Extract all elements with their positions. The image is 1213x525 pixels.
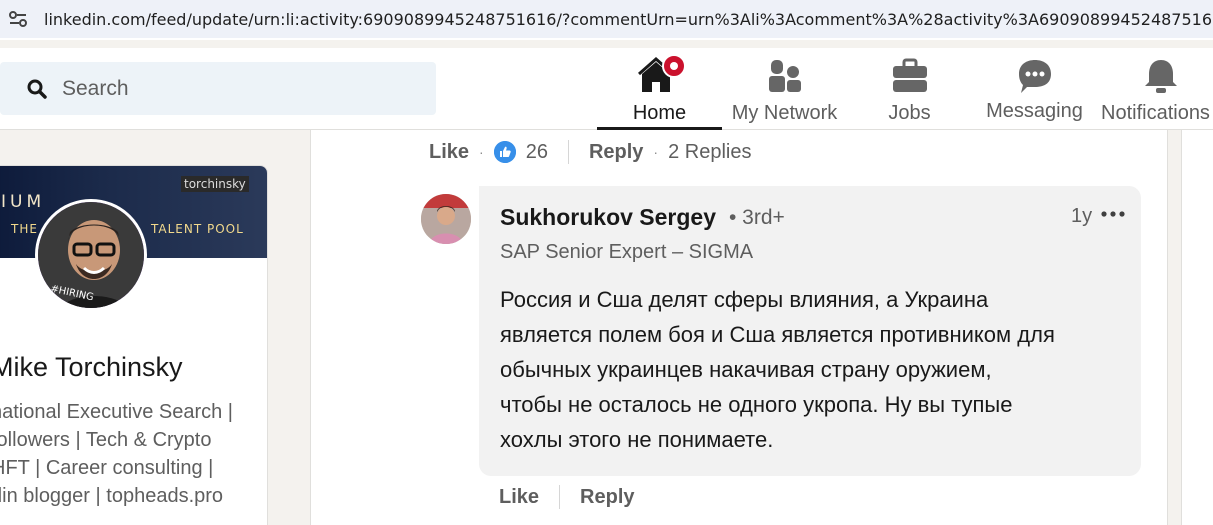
comment-line: чтобы не осталось не одного укропа. Ну в… [500, 392, 1013, 417]
search-input[interactable]: Search [0, 62, 436, 115]
commenter-avatar[interactable] [421, 194, 471, 244]
banner-text: IUM [1, 192, 46, 212]
headline-line: HFT | Career consulting | [0, 457, 214, 479]
browser-address-bar: linkedin.com/feed/update/urn:li:activity… [0, 0, 1213, 40]
profile-headline: national Executive Search | followers | … [0, 398, 234, 510]
nav-home[interactable]: Home [597, 48, 722, 130]
nav-my-network-label: My Network [731, 102, 838, 124]
nav-jobs-label: Jobs [888, 102, 931, 124]
comment-actions: Like Reply [499, 485, 635, 509]
divider [567, 140, 569, 164]
headline-line: national Executive Search | [0, 401, 234, 423]
right-rail-card [1181, 130, 1213, 525]
nav-my-network[interactable]: My Network [722, 48, 847, 130]
separator-dot: · [479, 144, 484, 160]
comment-timestamp: 1y [1071, 205, 1093, 227]
comment-line: обычных украинцев накачивая страну оружи… [500, 357, 992, 382]
comment-author-title: SAP Senior Expert – SIGMA [500, 241, 754, 263]
nav-home-label: Home [632, 102, 687, 124]
chat-bubble-icon [1015, 56, 1055, 96]
headline-line: din blogger | topheads.pro [0, 485, 224, 507]
comment-line: хохлы этого не понимаете. [500, 427, 774, 452]
like-button[interactable]: Like [429, 141, 469, 164]
linkedin-top-nav: Search Home My Network Jobs Messaging No… [0, 48, 1213, 130]
separator-dot: · [653, 144, 659, 160]
replies-count-link[interactable]: 2 Replies [668, 141, 751, 164]
reply-button[interactable]: Reply [589, 141, 643, 164]
banner-text: THE [11, 222, 38, 236]
home-icon [637, 54, 686, 96]
profile-avatar[interactable]: #HIRING [35, 199, 147, 311]
more-options-icon[interactable] [1099, 204, 1127, 224]
profile-card[interactable]: IUM THE TALENT POOL torchinsky #HIRING M… [0, 165, 268, 525]
comment-line: является полем боя и Сша является против… [500, 322, 1055, 347]
parent-comment-actions: Like · 26 Reply · 2 Replies [429, 140, 751, 164]
profile-name[interactable]: Mike Torchinsky [0, 352, 183, 383]
comment-line: Россия и Сша делят сферы влияния, а Укра… [500, 287, 989, 312]
nav-notifications-label: Notifications [1101, 102, 1210, 124]
bell-icon [1141, 56, 1181, 96]
comment-body: Россия и Сша делят сферы влияния, а Укра… [500, 282, 1120, 457]
comment-author[interactable]: Sukhorukov Sergey [500, 204, 716, 231]
url-field[interactable]: linkedin.com/feed/update/urn:li:activity… [0, 0, 1213, 38]
site-settings-icon[interactable] [6, 7, 30, 31]
nav-notifications[interactable]: Notifications [1097, 48, 1213, 130]
thumbs-up-reaction-icon[interactable] [493, 141, 516, 163]
search-placeholder: Search [62, 76, 129, 100]
briefcase-icon [890, 56, 930, 96]
banner-text: TALENT POOL [151, 222, 244, 236]
divider [559, 485, 561, 509]
nav-jobs[interactable]: Jobs [847, 48, 972, 130]
headline-line: followers | Tech & Crypto [0, 429, 212, 451]
search-icon [26, 78, 48, 100]
like-button[interactable]: Like [499, 486, 539, 509]
nav-messaging-label: Messaging [986, 100, 1083, 122]
comments-section: Like · 26 Reply · 2 Replies Sukhorukov S… [310, 130, 1168, 525]
nav-messaging[interactable]: Messaging [972, 48, 1097, 130]
reaction-count[interactable]: 26 [526, 141, 548, 164]
url-text[interactable]: linkedin.com/feed/update/urn:li:activity… [44, 10, 1213, 29]
people-icon [765, 56, 805, 96]
connection-degree: • 3rd+ [729, 206, 785, 229]
reply-button[interactable]: Reply [580, 486, 634, 509]
banner-tag: torchinsky [181, 176, 249, 192]
comment-bubble: Sukhorukov Sergey • 3rd+ 1y SAP Senior E… [479, 186, 1141, 476]
